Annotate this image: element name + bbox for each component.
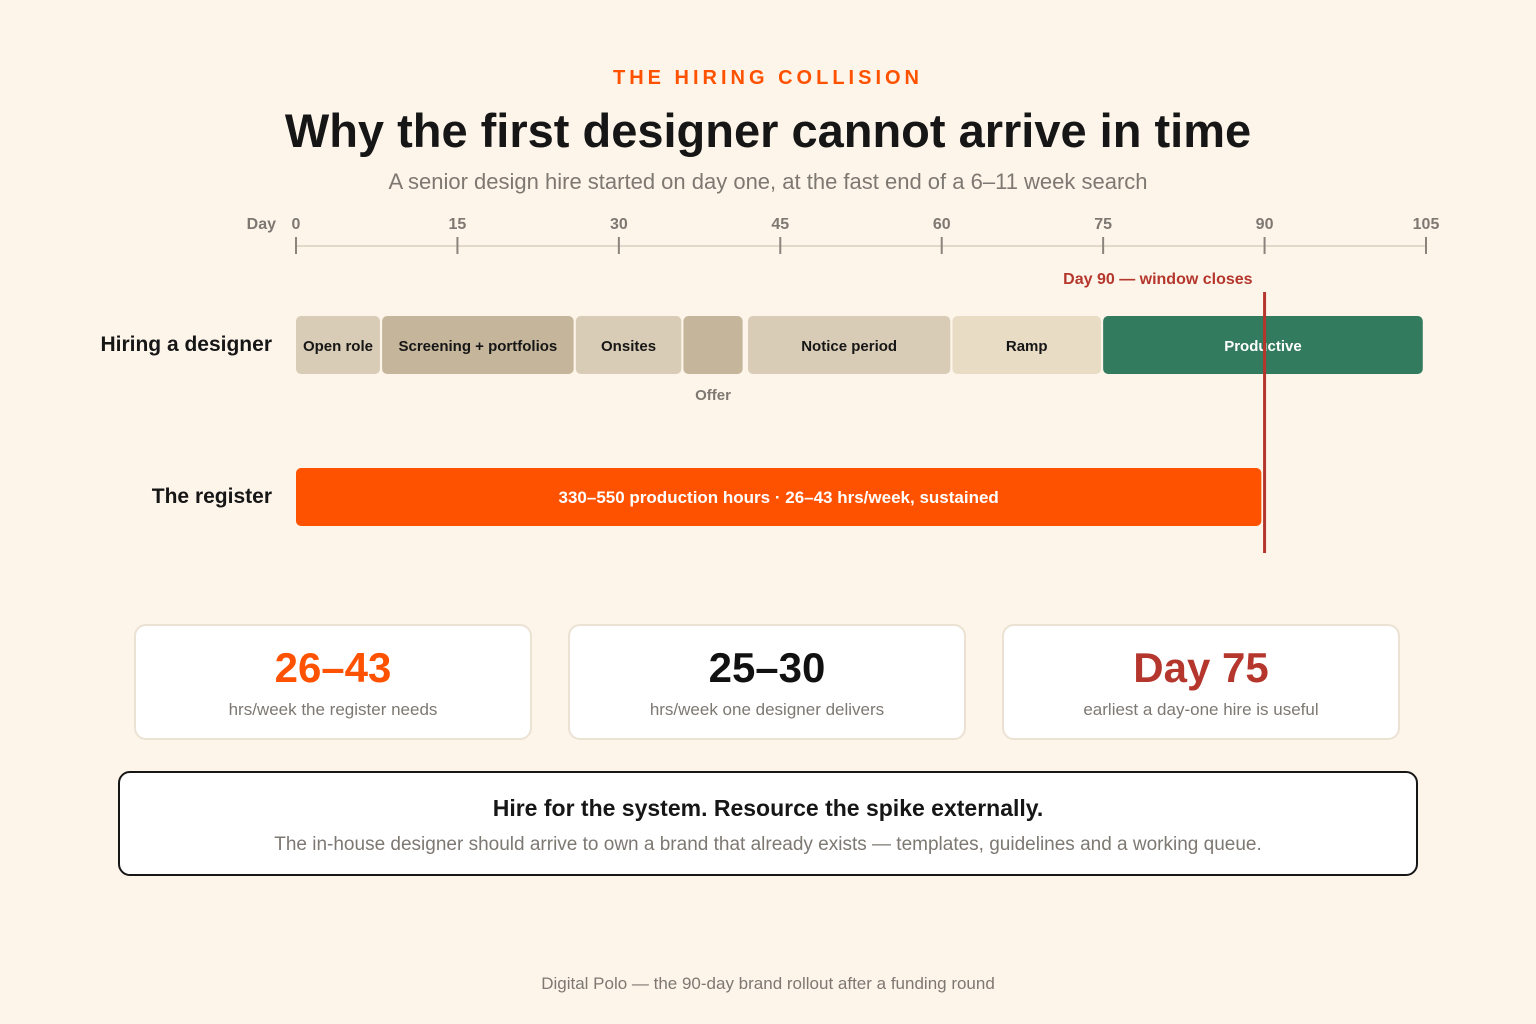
phase-label-ramp: Ramp <box>1006 338 1048 355</box>
deadline-label: Day 90 — window closes <box>1063 271 1253 288</box>
phase-label-productive: Productive <box>1224 338 1302 355</box>
row-label-register: The register <box>151 485 272 508</box>
phase-label-onsites: Onsites <box>601 338 656 355</box>
offer-note: Offer <box>695 387 731 404</box>
register-bar-label: 330–550 production hours · 26–43 hrs/wee… <box>559 488 999 507</box>
axis-label: Day <box>247 216 276 233</box>
stat-caption: hrs/week the register needs <box>228 700 438 719</box>
phase-label-open-role: Open role <box>303 338 373 355</box>
phase-offer <box>683 316 743 374</box>
axis-tick-label: 15 <box>449 216 467 233</box>
phase-label-screening: Screening + portfolios <box>398 338 557 355</box>
callout-box: Hire for the system. Resource the spike … <box>118 771 1418 876</box>
axis-tick-label: 75 <box>1094 216 1112 233</box>
row-label-hiring: Hiring a designer <box>100 333 272 356</box>
axis-tick-label: 60 <box>933 216 951 233</box>
stat-caption: earliest a day-one hire is useful <box>1083 700 1319 719</box>
callout-headline: Hire for the system. Resource the spike … <box>492 795 1044 821</box>
axis-tick-label: 30 <box>610 216 628 233</box>
stat-value: Day 75 <box>1133 644 1269 691</box>
callout-body: The in-house designer should arrive to o… <box>274 834 1262 855</box>
axis-tick-label: 45 <box>771 216 789 233</box>
stat-card-designer-delivers: 25–30 hrs/week one designer delivers <box>568 624 966 740</box>
stat-card-earliest-useful: Day 75 earliest a day-one hire is useful <box>1002 624 1400 740</box>
stat-value: 26–43 <box>274 644 392 691</box>
timeline-chart: Day 0 15 30 45 60 75 90 105 Open role Screening … <box>247 216 1440 553</box>
stat-card-register-needs: 26–43 hrs/week the register needs <box>134 624 532 740</box>
stat-value: 25–30 <box>708 644 826 691</box>
phase-label-notice-period: Notice period <box>801 338 897 355</box>
footer: Digital Polo — the 90-day brand rollout … <box>541 974 995 993</box>
axis-tick-label: 105 <box>1413 216 1440 233</box>
axis-tick-label: 0 <box>292 216 301 233</box>
stat-caption: hrs/week one designer delivers <box>649 700 885 719</box>
axis-tick-label: 90 <box>1256 216 1274 233</box>
